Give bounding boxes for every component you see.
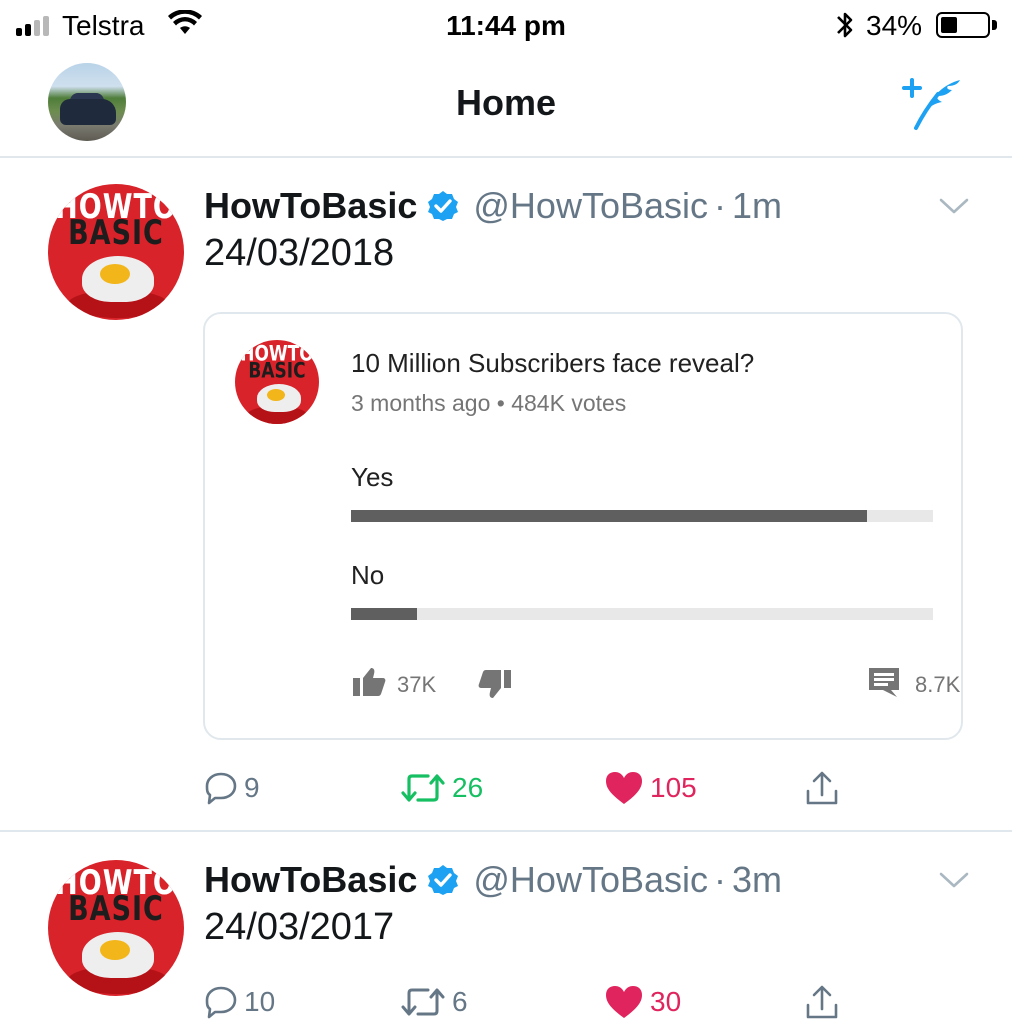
battery-icon: [936, 12, 990, 38]
share-button[interactable]: [804, 766, 840, 810]
reply-icon: [205, 772, 237, 805]
poll-option-no-label: No: [351, 560, 385, 590]
display-name[interactable]: HowToBasic: [204, 185, 417, 227]
battery-percent: 34%: [866, 10, 923, 41]
bluetooth-icon: [837, 12, 853, 38]
tweet-text: 24/03/2018: [204, 232, 395, 274]
like-button[interactable]: 30: [604, 980, 681, 1024]
avatar-logo-text-bottom: BASIC: [68, 214, 164, 253]
compose-tweet-icon[interactable]: [900, 76, 970, 132]
like-count: 105: [650, 772, 697, 803]
tweet-avatar[interactable]: HOWTO BASIC: [48, 860, 184, 996]
display-name[interactable]: HowToBasic: [204, 859, 417, 901]
poll-age: 3 months ago: [351, 390, 491, 416]
verified-badge-icon: [428, 865, 459, 895]
avatar-logo-text-bottom: BASIC: [68, 890, 164, 929]
reply-count: 10: [244, 986, 276, 1017]
poll-votes: 484K votes: [511, 390, 627, 416]
nav-bar: Home: [0, 52, 1012, 158]
page-title: Home: [455, 82, 557, 123]
retweet-count: 26: [452, 772, 484, 803]
poll-meta: 3 months ago • 484K votes: [351, 390, 626, 417]
status-time: 11:44 pm: [446, 10, 566, 41]
thumbs-up-icon[interactable]: [351, 666, 387, 698]
chevron-down-icon[interactable]: [938, 870, 970, 890]
tweet[interactable]: HOWTO BASIC HowToBasic @HowToBasic · 3m …: [0, 834, 1012, 1024]
poll-like-count: 37K: [397, 672, 437, 697]
reply-button[interactable]: 10: [204, 980, 275, 1024]
battery-cap: [992, 20, 997, 30]
tweet-time: 3m: [732, 859, 783, 900]
poll-comment-count: 8.7K: [915, 672, 961, 697]
separator-dot: ·: [714, 859, 726, 900]
poll-question: 10 Million Subscribers face reveal?: [351, 348, 755, 378]
tweet-text: 24/03/2017: [204, 906, 395, 948]
poll-option-yes-bar: [351, 510, 933, 522]
poll-option-yes-fill: [351, 510, 867, 522]
user-handle[interactable]: @HowToBasic: [473, 859, 708, 901]
share-icon: [806, 985, 838, 1019]
separator-dot: •: [496, 390, 512, 416]
battery-level-fill: [941, 17, 957, 33]
user-handle[interactable]: @HowToBasic: [473, 185, 708, 227]
status-bar: Telstra 11:44 pm 34%: [0, 0, 1012, 52]
like-count: 30: [650, 986, 682, 1017]
tweet-header: HowToBasic @HowToBasic · 3m: [204, 856, 782, 904]
tweet-header: HowToBasic @HowToBasic · 1m: [204, 182, 782, 230]
avatar-logo-text-bottom: BASIC: [248, 358, 306, 384]
separator-dot: ·: [714, 185, 726, 226]
share-icon: [806, 771, 838, 805]
poll-channel-avatar: HOWTO BASIC: [235, 340, 319, 424]
poll-option-yes-label: Yes: [351, 462, 394, 492]
retweet-icon: [401, 988, 445, 1016]
reply-icon: [205, 986, 237, 1019]
heart-icon: [606, 986, 642, 1018]
verified-badge-icon: [428, 191, 459, 221]
reply-count: 9: [244, 772, 260, 803]
share-button[interactable]: [804, 980, 840, 1024]
embedded-poll-card[interactable]: HOWTO BASIC 10 Million Subscribers face …: [203, 312, 963, 740]
retweet-icon: [401, 774, 445, 802]
tweet-actions: 10 6 30: [204, 980, 964, 1024]
retweet-button[interactable]: 26: [400, 766, 483, 810]
comment-icon[interactable]: [867, 666, 901, 698]
retweet-button[interactable]: 6: [400, 980, 468, 1024]
poll-option-no-bar: [351, 608, 933, 620]
retweet-count: 6: [452, 986, 468, 1017]
chevron-down-icon[interactable]: [938, 196, 970, 216]
thumbs-down-icon[interactable]: [477, 668, 513, 700]
reply-button[interactable]: 9: [204, 766, 260, 810]
tweet-time: 1m: [732, 185, 783, 226]
tweet-avatar[interactable]: HOWTO BASIC: [48, 184, 184, 320]
tweet-actions: 9 26 105: [204, 766, 964, 810]
poll-option-no-fill: [351, 608, 418, 620]
heart-icon: [606, 772, 642, 804]
tweet[interactable]: HOWTO BASIC HowToBasic @HowToBasic · 1m …: [0, 160, 1012, 832]
like-button[interactable]: 105: [604, 766, 697, 810]
